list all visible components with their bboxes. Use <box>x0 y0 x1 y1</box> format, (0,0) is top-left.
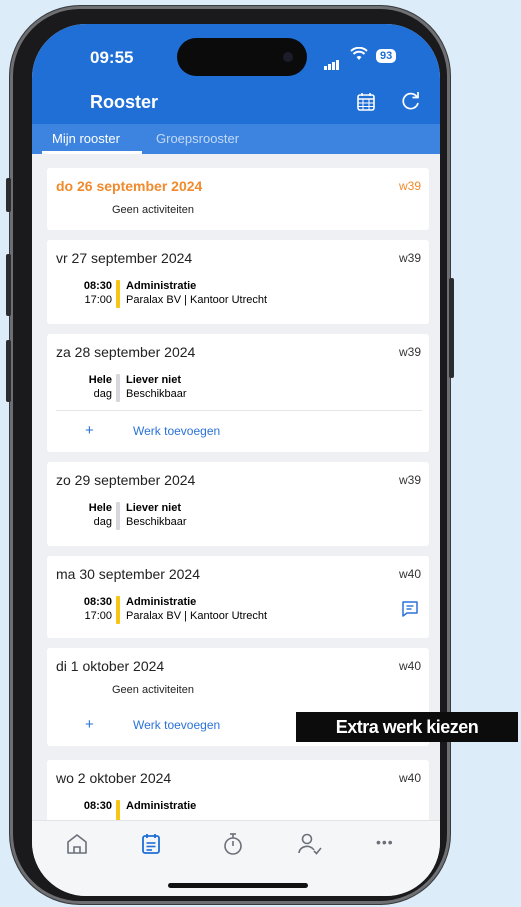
shift-times: 08:30 17:00 <box>56 595 112 623</box>
home-icon[interactable] <box>64 831 90 857</box>
availability-info: Liever niet Beschikbaar <box>126 501 187 529</box>
wifi-icon <box>350 46 368 65</box>
availability-times: Hele dag <box>56 501 112 529</box>
dynamic-island <box>177 38 307 76</box>
day-week: w40 <box>398 567 421 581</box>
day-date: za 28 september 2024 <box>56 344 196 360</box>
shift-color-bar <box>116 280 120 308</box>
no-activities-text: Geen activiteiten <box>112 684 194 696</box>
shift-start: 08:30 <box>83 596 112 608</box>
day-date: di 1 oktober 2024 <box>56 658 165 674</box>
shift-info: Administratie Paralax BV | Kantoor Utrech… <box>126 595 267 623</box>
shift-location: Paralax BV | Kantoor Utrecht <box>126 610 268 622</box>
shift-end: 17:00 <box>84 610 112 622</box>
availability-title: Liever niet <box>126 374 182 386</box>
add-work-button[interactable]: + Werk toevoegen <box>85 716 220 733</box>
day-week: w39 <box>398 179 421 193</box>
availability-start: Hele <box>88 502 112 514</box>
day-card: wo 2 oktober 2024 w40 08:30 Administrati… <box>47 760 429 820</box>
day-week: w39 <box>398 251 421 265</box>
caption-overlay: Extra werk kiezen <box>296 712 518 742</box>
plus-icon: + <box>85 716 94 733</box>
home-indicator <box>168 883 308 888</box>
availability-times: Hele dag <box>56 373 112 401</box>
volume-down-button <box>6 340 11 402</box>
shift-info: Administratie Paralax BV | Kantoor Utrech… <box>126 279 267 307</box>
user-check-icon[interactable] <box>296 831 322 857</box>
day-date: zo 29 september 2024 <box>56 472 196 488</box>
shift-title: Administratie <box>126 280 197 292</box>
shift-title: Administratie <box>126 800 197 812</box>
page-title: Rooster <box>90 92 159 112</box>
divider <box>56 410 422 411</box>
availability-color-bar <box>116 374 120 402</box>
availability-info: Liever niet Beschikbaar <box>126 373 187 401</box>
day-week: w39 <box>398 345 421 359</box>
availability-start: Hele <box>88 374 112 386</box>
shift-color-bar <box>116 800 120 820</box>
shift-title: Administratie <box>126 596 197 608</box>
day-date: ma 30 september 2024 <box>56 566 200 582</box>
status-time: 09:55 <box>90 48 134 67</box>
day-card: za 28 september 2024 w39 Hele dag Liever … <box>47 334 429 452</box>
day-week: w40 <box>398 659 421 673</box>
tab-mijn-rooster[interactable]: Mijn rooster <box>52 131 120 146</box>
shift-info: Administratie <box>126 799 196 813</box>
availability-status: Beschikbaar <box>126 516 187 528</box>
bottom-nav: ••• <box>32 820 440 896</box>
day-week: w39 <box>398 473 421 487</box>
signal-icon <box>324 52 340 70</box>
tab-groepsrooster[interactable]: Groepsrooster <box>156 131 239 146</box>
action-button <box>6 178 11 212</box>
battery-level: 93 <box>376 49 397 63</box>
app-bar: Rooster <box>32 84 440 124</box>
day-week: w40 <box>398 771 421 785</box>
add-work-label: Werk toevoegen <box>133 424 221 438</box>
availability-status: Beschikbaar <box>126 388 187 400</box>
calendar-icon[interactable] <box>356 92 376 112</box>
schedule-icon[interactable] <box>138 831 164 857</box>
day-card: ma 30 september 2024 w40 08:30 17:00 Admi… <box>47 556 429 638</box>
day-card: zo 29 september 2024 w39 Hele dag Liever … <box>47 462 429 546</box>
day-card: vr 27 september 2024 w39 08:30 17:00 Admi… <box>47 240 429 324</box>
shift-start: 08:30 <box>83 800 112 812</box>
plus-icon: + <box>85 422 94 439</box>
refresh-icon[interactable] <box>400 90 422 112</box>
shift-times: 08:30 <box>56 799 112 813</box>
tab-bar: Mijn rooster Groepsrooster <box>32 124 440 154</box>
more-icon[interactable]: ••• <box>376 834 402 860</box>
camera-icon <box>283 52 293 62</box>
shift-location: Paralax BV | Kantoor Utrecht <box>126 294 268 306</box>
screen: 09:55 93 Rooster Mijn rooster Groepsroos… <box>32 24 440 896</box>
shift-end: 17:00 <box>84 294 112 306</box>
availability-end: dag <box>93 516 112 528</box>
availability-color-bar <box>116 502 120 530</box>
day-date: wo 2 oktober 2024 <box>56 770 172 786</box>
shift-start: 08:30 <box>83 280 112 292</box>
shift-times: 08:30 17:00 <box>56 279 112 307</box>
no-activities-text: Geen activiteiten <box>112 204 194 216</box>
shift-color-bar <box>116 596 120 624</box>
phone-frame: 09:55 93 Rooster Mijn rooster Groepsroos… <box>6 6 454 904</box>
day-card: do 26 september 2024 w39 Geen activiteit… <box>47 168 429 230</box>
add-work-button[interactable]: + Werk toevoegen <box>85 422 220 439</box>
add-work-label: Werk toevoegen <box>133 718 221 732</box>
volume-up-button <box>6 254 11 316</box>
availability-title: Liever niet <box>126 502 182 514</box>
day-date: vr 27 september 2024 <box>56 250 193 266</box>
day-date: do 26 september 2024 <box>56 178 203 194</box>
power-button <box>449 278 454 378</box>
status-bar: 09:55 93 <box>32 24 440 84</box>
availability-end: dag <box>93 388 112 400</box>
timer-icon[interactable] <box>220 831 246 857</box>
chat-icon[interactable] <box>401 600 419 618</box>
